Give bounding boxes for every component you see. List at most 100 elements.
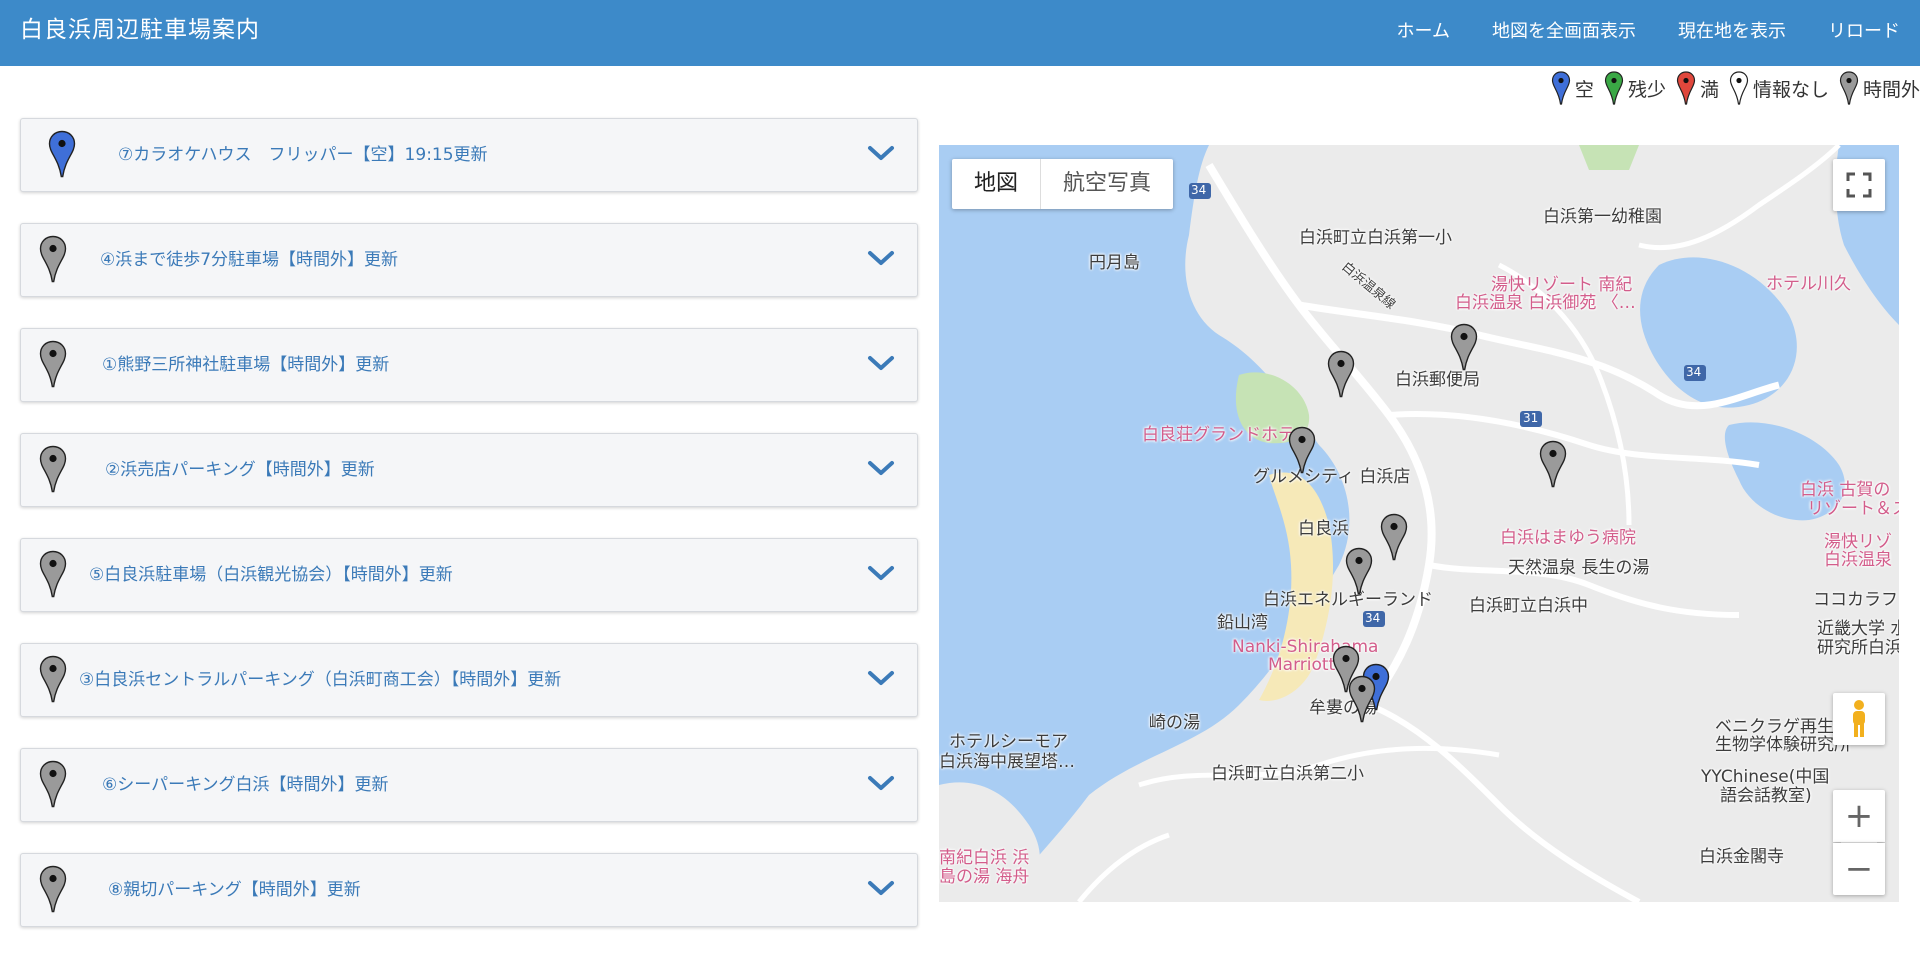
parking-item-1[interactable]: ①熊野三所神社駐車場【時間外】更新 [20, 328, 918, 402]
zoom-in-button[interactable]: + [1833, 790, 1885, 842]
chevron-down-icon[interactable] [867, 144, 895, 164]
gray-pin-icon [39, 655, 67, 703]
map-label: ココカラフ [1813, 590, 1898, 610]
chevron-down-icon[interactable] [867, 879, 895, 899]
map-label: ホテル川久 [1766, 274, 1851, 294]
gray-pin-icon [39, 235, 67, 283]
parking-item-6[interactable]: ⑥シーパーキング白浜【時間外】更新 [20, 748, 918, 822]
blue-pin-icon [1551, 71, 1571, 105]
parking-marker-gray[interactable] [1379, 513, 1409, 561]
map-type-map-button[interactable]: 地図 [952, 159, 1040, 209]
map-label: 白浜海中展望塔… [939, 752, 1075, 772]
route-shield-34: 34 [1365, 611, 1381, 625]
legend-few-label: 残少 [1627, 78, 1666, 101]
site-title[interactable]: 白良浜周辺駐車場案内 [20, 0, 260, 60]
fullscreen-icon [1846, 172, 1872, 198]
map-label: 島の湯 海舟 [939, 867, 1030, 887]
gray-pin-icon [39, 865, 67, 913]
legend-full-label: 満 [1699, 78, 1719, 101]
chevron-down-icon[interactable] [867, 459, 895, 479]
map-label: Marriott [1268, 655, 1336, 675]
map-label: 語会話教室) [1720, 786, 1812, 806]
map-label: 円月島 [1089, 253, 1140, 273]
parking-marker-gray[interactable] [1326, 350, 1356, 398]
legend-empty-label: 空 [1574, 78, 1594, 101]
parking-item-title: ③白良浜セントラルパーキング（白浜町商工会）【時間外】更新 [79, 670, 562, 690]
route-shield-34: 34 [1686, 365, 1702, 379]
map-label: 鉛山湾 [1217, 613, 1268, 633]
parking-list: ⑦カラオケハウス フリッパー【空】19:15更新 ④浜まで徒歩7分駐車場【時間外… [20, 118, 918, 958]
legend-empty: 空 [1551, 71, 1594, 105]
chevron-down-icon[interactable] [867, 249, 895, 269]
map-type-satellite-button[interactable]: 航空写真 [1040, 159, 1173, 209]
parking-item-5[interactable]: ⑤白良浜駐車場（白浜観光協会）【時間外】更新 [20, 538, 918, 612]
nav-fullscreen-map[interactable]: 地図を全画面表示 [1470, 17, 1656, 43]
green-pin-icon [1604, 71, 1624, 105]
parking-item-4[interactable]: ④浜まで徒歩7分駐車場【時間外】更新 [20, 223, 918, 297]
white-pin-icon [1729, 71, 1749, 105]
gray-pin-icon [39, 445, 67, 493]
route-shield-31: 31 [1523, 411, 1539, 425]
legend-off-hours: 時間外 [1839, 71, 1920, 105]
chevron-down-icon[interactable] [867, 669, 895, 689]
parking-marker-gray[interactable] [1538, 440, 1568, 488]
parking-item-title: ⑦カラオケハウス フリッパー【空】19:15更新 [118, 145, 488, 165]
fullscreen-button[interactable] [1833, 159, 1885, 211]
parking-item-title: ②浜売店パーキング【時間外】更新 [105, 460, 375, 480]
parking-item-title: ④浜まで徒歩7分駐車場【時間外】更新 [100, 250, 399, 270]
zoom-in-icon: + [1844, 796, 1874, 836]
parking-item-3[interactable]: ③白良浜セントラルパーキング（白浜町商工会）【時間外】更新 [20, 643, 918, 717]
nav-reload[interactable]: リロード [1806, 17, 1920, 43]
legend-no-info-label: 情報なし [1752, 78, 1829, 101]
map-label: 白浜金閣寺 [1699, 847, 1784, 867]
map-label: グルメシティ 白浜店 [1253, 467, 1411, 487]
gray-pin-icon [39, 340, 67, 388]
gray-pin-icon [39, 760, 67, 808]
gray-pin-icon [1839, 71, 1859, 105]
map-label: 白浜はまゆう病院 [1500, 528, 1636, 548]
map-label: リゾート＆ス [1807, 499, 1899, 519]
blue-pin-icon [48, 130, 76, 178]
map-label: 研究所白浜実 [1817, 638, 1899, 658]
legend-few: 残少 [1604, 71, 1666, 105]
parking-item-8[interactable]: ⑧親切パーキング【時間外】更新 [20, 853, 918, 927]
parking-marker-gray[interactable] [1287, 426, 1317, 474]
nav-current-location[interactable]: 現在地を表示 [1656, 17, 1806, 43]
zoom-out-icon: − [1844, 849, 1874, 889]
legend-full: 満 [1676, 71, 1719, 105]
street-view-pegman[interactable] [1833, 693, 1885, 745]
status-legend: 空 残少 満 情報なし 時間外 [1541, 68, 1920, 108]
legend-no-info: 情報なし [1729, 71, 1829, 105]
map-label: 白浜温泉 白浜御苑 〈… [1455, 293, 1636, 313]
parking-item-title: ⑥シーパーキング白浜【時間外】更新 [102, 775, 389, 795]
navbar: 白良浜周辺駐車場案内 ホーム 地図を全画面表示 現在地を表示 リロード [0, 0, 1920, 66]
route-shield-34: 34 [1191, 183, 1207, 197]
legend-off-hours-label: 時間外 [1862, 78, 1920, 101]
map-label: 白浜町立白浜第二小 [1211, 764, 1364, 784]
parking-marker-gray[interactable] [1344, 547, 1374, 595]
parking-item-2[interactable]: ②浜売店パーキング【時間外】更新 [20, 433, 918, 507]
parking-marker-gray[interactable] [1449, 323, 1479, 371]
parking-marker-gray[interactable] [1347, 675, 1377, 723]
map-label: 天然温泉 長生の湯 [1508, 558, 1650, 578]
gray-pin-icon [39, 550, 67, 598]
map-view[interactable]: 34 34 31 34 円月島 白浜町立白浜第一小 白浜第一幼稚園 白浜温泉線 … [939, 145, 1899, 902]
map-type-control: 地図 航空写真 [952, 159, 1174, 209]
chevron-down-icon[interactable] [867, 774, 895, 794]
map-label: 白浜第一幼稚園 [1543, 207, 1662, 227]
map-label: 白良浜 [1298, 519, 1349, 539]
parking-item-title: ⑧親切パーキング【時間外】更新 [108, 880, 361, 900]
map-label: 白浜温泉 [1824, 550, 1892, 570]
chevron-down-icon[interactable] [867, 354, 895, 374]
parking-item-title: ⑤白良浜駐車場（白浜観光協会）【時間外】更新 [89, 565, 453, 585]
pegman-icon [1853, 700, 1865, 737]
zoom-out-button[interactable]: − [1833, 843, 1885, 895]
parking-item-title: ①熊野三所神社駐車場【時間外】更新 [102, 355, 390, 375]
map-label: 生物学体験研究所 [1715, 735, 1851, 755]
map-label: 崎の湯 [1149, 713, 1200, 733]
nav-links: ホーム 地図を全画面表示 現在地を表示 リロード [1375, 0, 1920, 60]
parking-item-7[interactable]: ⑦カラオケハウス フリッパー【空】19:15更新 [20, 118, 918, 192]
map-label: 白浜町立白浜中 [1469, 596, 1588, 616]
chevron-down-icon[interactable] [867, 564, 895, 584]
nav-home[interactable]: ホーム [1375, 17, 1470, 43]
